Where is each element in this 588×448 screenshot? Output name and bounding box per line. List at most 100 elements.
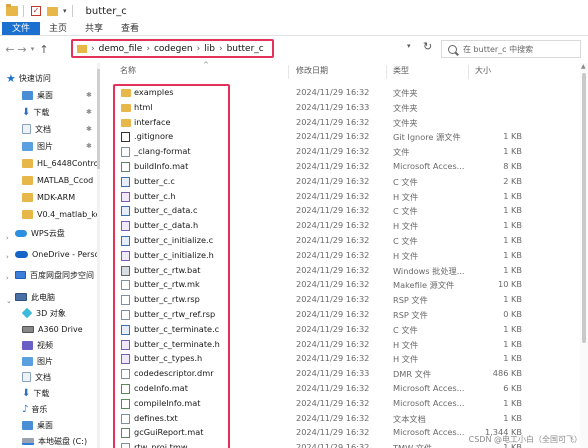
back-arrow-icon[interactable]: ← — [4, 43, 16, 56]
file-size: 1 KB — [503, 264, 522, 275]
breadcrumb-butter-c[interactable]: butter_c — [227, 44, 264, 54]
column-header-size[interactable]: 大小 — [475, 63, 491, 79]
file-size: 0 KB — [503, 309, 522, 319]
navigation-pane[interactable]: ★ 快速访问 桌面 ✱ ⬇ 下载 ✱ 文档 ✱ 图片 ✱ HL_6448Cont… — [0, 63, 98, 448]
nav-label: HL_6448Contro — [37, 158, 98, 168]
file-type: H 文件 — [393, 221, 419, 232]
file-type: 文件夹 — [393, 88, 418, 98]
file-size: 1 KB — [503, 146, 522, 157]
file-list[interactable]: ^ 名称 修改日期 类型 大小 examples 2024/11/29 16:32… — [100, 61, 588, 448]
nav-folder-matlab-ccod[interactable]: MATLAB_Ccod — [22, 173, 93, 187]
nav-label: 3D 对象 — [36, 308, 66, 318]
file-type: H 文件 — [393, 250, 419, 261]
breadcrumb-demo-file[interactable]: demo_file — [99, 44, 143, 54]
nav-wps-cloud[interactable]: WPS云盘 — [15, 226, 65, 240]
nav-3d-objects[interactable]: 3D 对象 — [21, 306, 66, 320]
chevron-right-icon[interactable]: › — [219, 44, 223, 54]
chevron-right-icon[interactable]: › — [197, 44, 201, 54]
tab-share[interactable]: 共享 — [76, 22, 112, 35]
chevron-right-icon[interactable]: › — [146, 44, 150, 54]
pin-icon[interactable]: ✱ — [86, 108, 92, 116]
up-arrow-icon[interactable]: ↑ — [37, 43, 51, 56]
file-modified-date: 2024/11/29 16:32 — [296, 383, 370, 393]
pictures-icon — [22, 356, 33, 366]
nav-onedrive[interactable]: OneDrive - Perso — [15, 247, 98, 261]
column-header-date[interactable]: 修改日期 — [296, 63, 328, 79]
nav-desktop[interactable]: 桌面 — [22, 88, 53, 102]
file-type: 文件 — [393, 147, 410, 158]
nav-label: V0.4_matlab_ke — [37, 209, 98, 219]
download-icon: ⬇ — [22, 387, 31, 399]
pin-icon[interactable]: ✱ — [86, 125, 92, 133]
nav-quick-access[interactable]: ★ 快速访问 — [6, 71, 51, 85]
tab-view[interactable]: 查看 — [112, 22, 148, 35]
expand-chevron-icon[interactable]: › — [6, 234, 9, 242]
cloud-icon — [15, 229, 27, 237]
file-list-scrollbar-thumb[interactable] — [582, 73, 586, 343]
file-modified-date: 2024/11/29 16:32 — [296, 279, 370, 290]
file-type: 文本文档 — [393, 413, 426, 424]
properties-icon[interactable]: ✓ — [31, 6, 41, 16]
file-modified-date: 2024/11/29 16:32 — [296, 397, 370, 408]
nav-videos[interactable]: 视频 — [22, 338, 53, 352]
nav-downloads-pc[interactable]: ⬇ 下载 — [22, 386, 49, 400]
scroll-up-icon[interactable]: ▲ — [581, 63, 586, 70]
nav-this-pc[interactable]: 此电脑 — [15, 290, 55, 304]
nav-folder-v04[interactable]: V0.4_matlab_ke — [22, 207, 98, 221]
nav-desktop-pc[interactable]: 桌面 — [22, 418, 53, 432]
pin-icon[interactable]: ✱ — [86, 142, 92, 150]
expand-chevron-icon[interactable]: › — [6, 253, 9, 261]
search-icon — [448, 44, 457, 54]
collapse-chevron-icon[interactable]: ⌄ — [6, 297, 12, 305]
expand-chevron-icon[interactable]: › — [6, 274, 9, 282]
new-folder-icon[interactable] — [47, 6, 58, 16]
nav-documents[interactable]: 文档 — [22, 122, 51, 136]
column-divider[interactable] — [386, 65, 387, 79]
nav-folder-mdk-arm[interactable]: MDK-ARM — [22, 190, 75, 204]
drive-icon — [22, 325, 34, 333]
folder-icon — [22, 175, 33, 185]
file-modified-date: 2024/11/29 16:33 — [296, 101, 370, 112]
documents-icon — [22, 124, 31, 134]
file-modified-date: 2024/11/29 16:32 — [296, 131, 370, 142]
address-bar[interactable]: › demo_file › codegen › lib › butter_c — [71, 39, 274, 58]
breadcrumb-codegen[interactable]: codegen — [154, 44, 193, 54]
chevron-right-icon[interactable]: › — [91, 44, 95, 54]
file-modified-date: 2024/11/29 16:32 — [296, 412, 370, 423]
divider — [23, 5, 24, 17]
nav-a360-drive[interactable]: A360 Drive — [22, 322, 83, 336]
nav-pictures-pc[interactable]: 图片 — [22, 354, 53, 368]
customize-quick-access-chevron-icon[interactable]: ▾ — [63, 7, 67, 15]
column-divider[interactable] — [468, 65, 469, 79]
column-header-type[interactable]: 类型 — [393, 63, 409, 79]
search-box[interactable]: 在 butter_c 中搜索 — [441, 40, 581, 58]
nav-music[interactable]: ♪ 音乐 — [22, 402, 47, 416]
file-list-scrollbar[interactable]: ▲ — [580, 63, 588, 448]
file-type: C 文件 — [393, 176, 418, 187]
tab-home[interactable]: 主页 — [40, 22, 76, 35]
column-divider[interactable] — [288, 65, 289, 79]
nav-folder-hl6448[interactable]: HL_6448Contro — [22, 156, 98, 170]
breadcrumb-lib[interactable]: lib — [204, 44, 215, 54]
file-size: 1 KB — [503, 412, 522, 423]
address-history-chevron-icon[interactable]: ▾ — [407, 42, 411, 50]
nav-downloads[interactable]: ⬇ 下载 — [22, 105, 49, 119]
refresh-icon[interactable]: ↻ — [423, 40, 432, 53]
nav-pictures[interactable]: 图片 — [22, 139, 53, 153]
file-type: RSP 文件 — [393, 310, 428, 320]
nav-label: OneDrive - Perso — [32, 249, 98, 259]
file-type: Microsoft Acces... — [393, 161, 465, 171]
file-type: Windows 批处理... — [393, 265, 465, 276]
nav-documents-pc[interactable]: 文档 — [22, 370, 51, 384]
file-size: 1 KB — [503, 323, 522, 334]
column-header-name[interactable]: 名称 — [120, 63, 136, 79]
nav-local-disk-c[interactable]: 本地磁盘 (C:) — [22, 434, 87, 448]
recent-locations-chevron-icon[interactable]: ▾ — [28, 45, 37, 53]
pin-icon[interactable]: ✱ — [86, 91, 92, 99]
nav-label: 本地磁盘 (C:) — [38, 436, 88, 446]
nav-label: 桌面 — [37, 420, 53, 430]
tab-file[interactable]: 文件 — [2, 22, 41, 35]
nav-baidu-sync[interactable]: 百度网盘同步空间 — [15, 268, 94, 282]
forward-arrow-icon[interactable]: → — [16, 43, 28, 56]
file-size: 1 KB — [503, 249, 522, 260]
